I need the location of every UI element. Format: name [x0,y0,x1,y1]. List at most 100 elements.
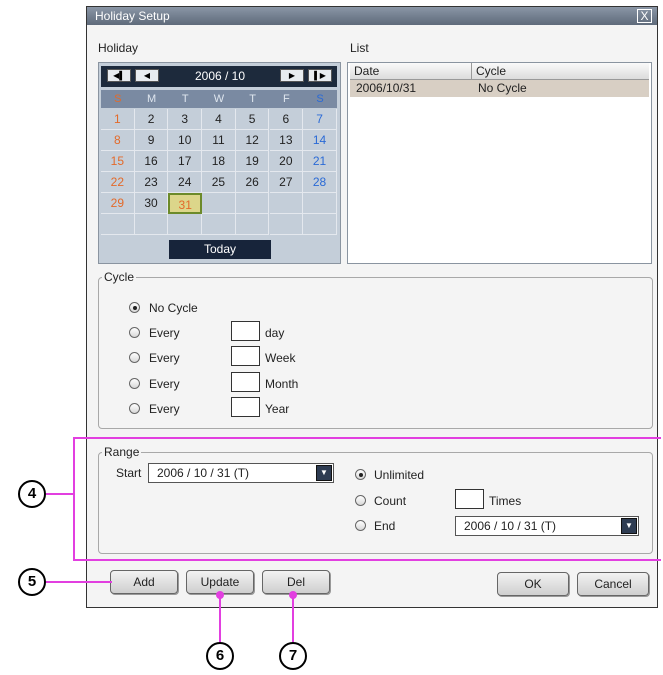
calendar-day[interactable]: 7 [303,109,337,130]
add-button[interactable]: Add [110,570,178,594]
callout-bracket-bottom [73,559,661,561]
calendar-month-label: 2006 / 10 [194,69,246,83]
calendar-empty-cell [235,193,270,214]
callout-7-line [292,594,294,642]
radio-no-cycle[interactable] [129,302,140,313]
week-interval-input[interactable] [231,346,260,366]
callout-7-dot [289,591,297,599]
calendar-day[interactable]: 3 [168,109,203,130]
calendar-day[interactable]: 4 [202,109,236,130]
calendar-day[interactable]: 2 [134,109,169,130]
every-week-label: Every [149,351,180,365]
calendar-day[interactable]: 28 [303,172,337,193]
count-label: Count [374,494,407,508]
calendar-empty-cell [134,214,169,235]
calendar-day[interactable]: 26 [235,172,270,193]
calendar-day[interactable]: 12 [235,130,270,151]
day-interval-input[interactable] [231,321,260,341]
start-label: Start [116,466,142,480]
callout-bracket-left [73,437,75,561]
calendar-day[interactable]: 31 [168,193,203,214]
callout-5-line [46,581,112,583]
radio-unlimited[interactable] [355,469,366,480]
calendar-day[interactable]: 11 [202,130,236,151]
month-unit-label: Month [265,377,299,391]
row-cycle: No Cycle [478,81,527,95]
calendar-day[interactable]: 19 [235,151,270,172]
calendar-day[interactable]: 29 [101,193,135,214]
radio-every-year[interactable] [129,403,140,414]
column-date[interactable]: Date [350,63,472,79]
calendar-day[interactable]: 24 [168,172,203,193]
chevron-down-icon[interactable]: ▼ [316,465,332,481]
close-button[interactable]: X [637,9,652,23]
callout-4-line [46,493,74,495]
table-row[interactable]: 2006/10/31 No Cycle [350,80,649,97]
calendar-day[interactable]: 22 [101,172,135,193]
calendar-day[interactable]: 21 [303,151,337,172]
next-year-icon[interactable]: ▌▶ [308,69,332,82]
callout-4: 4 [18,480,46,508]
ok-button[interactable]: OK [497,572,569,596]
radio-every-month[interactable] [129,378,140,389]
calendar-day[interactable]: 18 [202,151,236,172]
list-label: List [350,41,369,55]
weekday-fri: F [282,93,290,105]
prev-year-icon[interactable]: ◀▌ [107,69,131,82]
weekday-wed: W [213,93,225,105]
window-title: Holiday Setup [87,7,657,25]
radio-count[interactable] [355,495,366,506]
radio-every-day[interactable] [129,327,140,338]
calendar-day[interactable]: 9 [134,130,169,151]
calendar-day[interactable]: 8 [101,130,135,151]
start-date-value: 2006 / 10 / 31 (T) [157,466,250,480]
calendar-day[interactable]: 20 [269,151,304,172]
calendar-day[interactable]: 15 [101,151,135,172]
radio-every-week[interactable] [129,352,140,363]
unlimited-label: Unlimited [374,468,425,482]
today-button[interactable]: Today [169,240,271,259]
calendar-day[interactable]: 1 [101,109,135,130]
cancel-button[interactable]: Cancel [577,572,649,596]
calendar-day[interactable]: 13 [269,130,304,151]
calendar-day[interactable]: 6 [269,109,304,130]
calendar-day[interactable]: 5 [235,109,270,130]
calendar-day[interactable]: 17 [168,151,203,172]
calendar-day[interactable]: 16 [134,151,169,172]
every-day-label: Every [149,326,180,340]
calendar-empty-cell [303,193,337,214]
callout-7: 7 [279,642,307,670]
radio-end[interactable] [355,520,366,531]
weekday-tue: T [181,93,189,105]
calendar-day[interactable]: 23 [134,172,169,193]
callout-6: 6 [206,642,234,670]
year-interval-input[interactable] [231,397,260,417]
count-times-input[interactable] [455,489,484,509]
range-legend: Range [102,445,142,459]
column-cycle[interactable]: Cycle [472,63,649,79]
end-date-combo[interactable]: 2006 / 10 / 31 (T) [455,516,639,536]
day-unit-label: day [265,326,285,340]
del-button[interactable]: Del [262,570,330,594]
calendar-day[interactable]: 14 [303,130,337,151]
times-label: Times [489,494,522,508]
calendar-empty-cell [168,214,203,235]
chevron-down-icon[interactable]: ▼ [621,518,637,534]
calendar-empty-cell [202,193,236,214]
callout-6-line [219,594,221,642]
calendar-empty-cell [269,214,304,235]
end-date-value: 2006 / 10 / 31 (T) [464,519,557,533]
calendar-day[interactable]: 27 [269,172,304,193]
calendar-day[interactable]: 30 [134,193,169,214]
calendar-day[interactable]: 10 [168,130,203,151]
end-label: End [374,519,396,533]
weekday-header: S M T W T F S [101,90,337,108]
weekday-thu: T [249,93,256,105]
calendar-empty-cell [269,193,304,214]
cycle-group [98,277,653,429]
month-interval-input[interactable] [231,372,260,392]
calendar-empty-cell [235,214,270,235]
calendar-day[interactable]: 25 [202,172,236,193]
calendar-empty-cell [303,214,337,235]
start-date-combo[interactable]: 2006 / 10 / 31 (T) [148,463,334,483]
